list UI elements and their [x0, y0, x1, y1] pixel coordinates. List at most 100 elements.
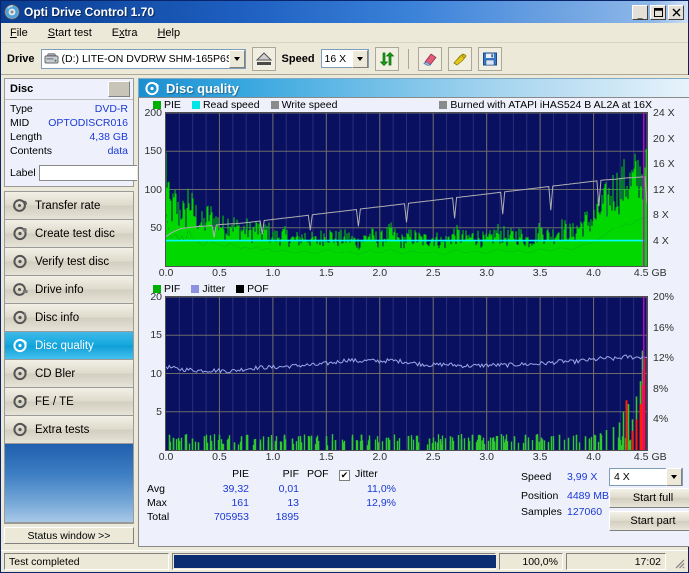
tools-button[interactable]	[447, 46, 472, 71]
sidebar-item-verify-test-disc[interactable]: Verify test disc	[5, 248, 133, 276]
sidebar-item-extra-tests[interactable]: Extra tests	[5, 416, 133, 444]
statistics-table: PIE PIF POF ✔ Jitter Avg 39,32 0,01 11,0…	[139, 468, 499, 532]
x-tick-label: 1.0	[265, 451, 281, 463]
window-buttons: _	[632, 4, 686, 20]
pif-chart-wrapper: PIF Jitter POF 20 15 10 5 20% 16% 12% 8%…	[139, 282, 689, 466]
disc-icon	[4, 4, 20, 20]
y2-tick-label: 20%	[653, 291, 675, 303]
pif-y-axis-left: 20 15 10 5	[139, 291, 165, 449]
progress-percent-text: 100,0%	[522, 555, 558, 568]
disc-type-value: DVD-R	[94, 103, 128, 115]
test-speed-value: 4 X	[614, 471, 630, 483]
stat-max-pie: 161	[231, 497, 249, 509]
menu-file[interactable]: FFileile	[7, 25, 31, 41]
speed-select[interactable]: 16 X	[320, 49, 369, 68]
annotation-text: Burned with ATAPI iHAS524 B AL2A at 16X	[450, 99, 652, 111]
pif-y-axis-right: 20% 16% 12% 8% 4%	[648, 291, 689, 449]
sidebar-item-create-test-disc[interactable]: Create test disc	[5, 220, 133, 248]
jitter-checkbox[interactable]: ✔	[339, 467, 350, 481]
test-speed-dropdown-arrow[interactable]	[666, 468, 682, 486]
legend-item-write-speed: Write speed	[270, 99, 337, 111]
y-tick-label: 15	[150, 329, 162, 342]
progress-bar	[172, 553, 496, 570]
start-part-button[interactable]: Start part	[609, 511, 689, 531]
refresh-icon	[379, 51, 394, 66]
test-speed-select[interactable]: 4 X	[609, 468, 683, 486]
x-tick-label: 0.0	[158, 451, 174, 463]
pie-plot-row: 200 150 100 50 24 X 20 X 16 X 12 X 8 X 4 X	[139, 107, 689, 267]
samples-value: 127060	[567, 506, 603, 518]
drive-label: Drive	[7, 52, 35, 65]
y-tick-label: 100	[144, 183, 162, 196]
start-full-button[interactable]: Start full	[609, 488, 689, 508]
status-message: Test completed	[4, 553, 169, 570]
disc-speed-icon	[13, 199, 27, 212]
disc-label-caption: Label	[10, 166, 36, 179]
burn-annotation: Burned with ATAPI iHAS524 B AL2A at 16X	[439, 99, 689, 111]
menu-start-test[interactable]: Start test	[45, 25, 95, 41]
disc-verify-icon	[13, 254, 27, 269]
sidebar-item-label: FE / TE	[35, 395, 74, 408]
sidebar-item-fe-te[interactable]: FE / TE	[5, 388, 133, 416]
close-button[interactable]	[668, 4, 684, 20]
tools-icon	[452, 53, 467, 65]
sidebar-item-label: Extra tests	[35, 423, 90, 436]
minimize-button[interactable]: _	[632, 4, 648, 20]
disc-panel-button[interactable]	[108, 81, 130, 97]
menu-extra[interactable]: Extra	[109, 25, 141, 41]
disc-quality-icon	[145, 81, 160, 95]
eject-icon	[255, 51, 272, 65]
pie-chart-wrapper: PIE Read speed Write speed Burned with A…	[139, 98, 689, 282]
save-button[interactable]	[477, 46, 502, 71]
drive-dropdown-arrow[interactable]	[228, 49, 245, 68]
x-tick-label: 4.0	[586, 267, 601, 279]
eraser-icon	[422, 53, 437, 66]
drive-select[interactable]: (D:) LITE-ON DVDRW SHM-165P6S MS0F	[40, 48, 246, 69]
y2-tick-label: 12 X	[653, 183, 675, 196]
application-window: Opti Drive Control 1.70 _ FFileile Start…	[0, 0, 689, 573]
speed-dropdown-arrow[interactable]	[351, 49, 368, 68]
sidebar-item-drive-info[interactable]: Drive info	[5, 276, 133, 304]
legend-item-read-speed: Read speed	[191, 99, 260, 111]
sidebar-item-disc-info[interactable]: Disc info	[5, 304, 133, 332]
sidebar-item-disc-quality[interactable]: Disc quality	[5, 332, 133, 360]
sidebar-item-label: Disc info	[35, 311, 80, 324]
sidebar-item-cd-bler[interactable]: CD Bler	[5, 360, 133, 388]
erase-button[interactable]	[417, 46, 442, 71]
stat-header-pie: PIE	[232, 468, 249, 480]
disc-quality-icon	[13, 338, 28, 353]
pie-plot-area	[165, 112, 648, 267]
refresh-button[interactable]	[374, 46, 399, 71]
disc-length-label: Length	[10, 131, 43, 143]
toolbar-separator	[407, 48, 409, 69]
pie-y-axis-right: 24 X 20 X 16 X 12 X 8 X 4 X	[648, 107, 689, 265]
sidebar-item-label: Drive info	[35, 283, 84, 296]
samples-label: Samples	[521, 506, 562, 518]
menu-bar: FFileile Start test Extra Help	[1, 23, 688, 43]
disc-row-mid: MID OPTODISCR016	[10, 116, 128, 130]
pie-y-axis-left: 200 150 100 50	[139, 107, 165, 265]
disc-burn-icon	[13, 226, 27, 241]
disc-mid-value: OPTODISCR016	[48, 117, 128, 129]
stat-max-jitter: 12,9%	[366, 497, 396, 509]
y-tick-label: 50	[150, 221, 162, 234]
disc-type-label: Type	[10, 103, 33, 115]
page-title: Disc quality	[166, 80, 239, 96]
y2-tick-label: 4%	[653, 413, 669, 426]
sidebar: Disc Type DVD-R MID OPTODISCR016 Length …	[1, 75, 200, 547]
menu-help[interactable]: Help	[154, 25, 183, 41]
main-panel: Disc quality PIE Read speed Write speed …	[137, 75, 689, 547]
sidebar-item-transfer-rate[interactable]: Transfer rate	[5, 192, 133, 220]
y2-tick-label: 24 X	[653, 107, 675, 119]
window-title: Opti Drive Control 1.70	[24, 5, 155, 19]
x-tick-label: 3.0	[479, 451, 494, 463]
status-window-button[interactable]: Status window >>	[4, 527, 134, 544]
eject-button[interactable]	[251, 46, 276, 71]
resize-grip-icon[interactable]	[671, 555, 685, 569]
x-tick-label: 3.5	[532, 451, 548, 463]
disc-panel-header: Disc	[5, 79, 133, 100]
maximize-button[interactable]	[650, 4, 666, 20]
x-tick-label: 4.5 GB	[633, 451, 667, 463]
stat-avg-pie: 39,32	[222, 483, 249, 495]
navigation-filler	[5, 444, 133, 523]
